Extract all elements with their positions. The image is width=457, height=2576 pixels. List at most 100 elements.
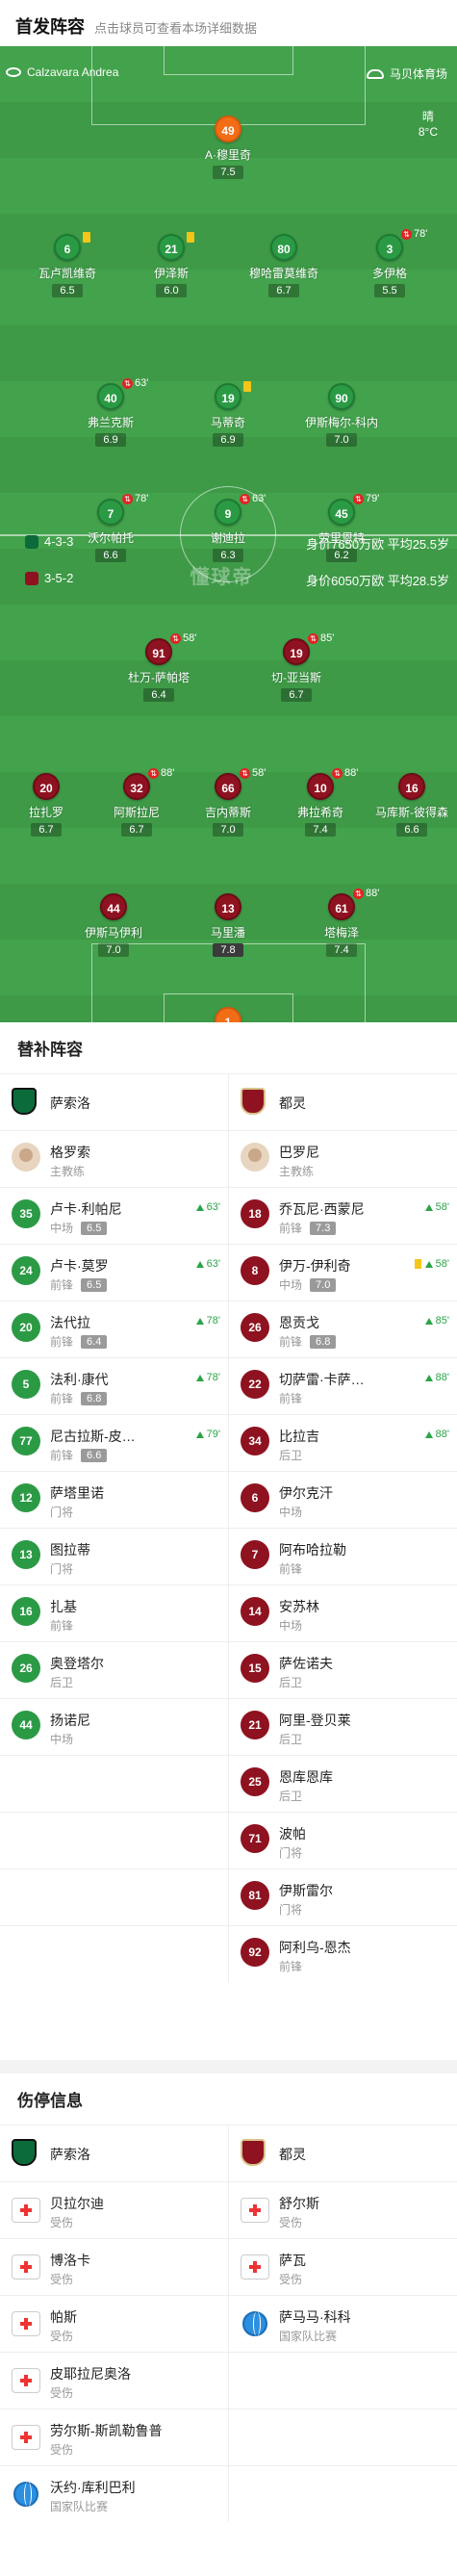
sub-minute: 79' [366,493,380,504]
player-17[interactable]: 16 马库斯-彼得森 6.6 [364,773,457,837]
home-injury-5[interactable]: 沃约·库利巴利 国家队比赛 [0,2466,228,2522]
away-injury-0[interactable]: 舒尔斯 受伤 [228,2182,457,2238]
player-name: 沃尔帕托 [87,531,134,545]
jersey-number: 21 [158,234,185,261]
away-sub-0[interactable]: 18 乔瓦尼·西蒙尼 前锋 7.3 58' [228,1188,457,1244]
sub-position-text: 门将 [279,1903,303,1917]
subs-home-team-name: 萨索洛 [50,1095,90,1111]
player-9[interactable]: 9 ⇅ 63' 谢迪拉 6.3 [180,493,276,563]
home-sub-11[interactable] [0,1813,228,1868]
player-1[interactable]: 6 瓦卢凯维奇 6.5 [19,232,115,298]
away-sub-8[interactable]: 15 萨佐诺夫 后卫 [228,1642,457,1698]
away-sub-3[interactable]: 22 切萨雷·卡萨… 前锋 88' [228,1358,457,1414]
sub-in-minute: 88' [435,1372,449,1383]
player-0[interactable]: 49 A·穆里奇 7.5 [180,116,276,180]
home-injury-1[interactable]: 博洛卡 受伤 [0,2239,228,2295]
player-rating: 7.4 [305,823,336,837]
home-sub-2[interactable]: 20 法代拉 前锋 6.4 78' [0,1301,228,1357]
sub-position: 前锋 6.8 [279,1333,337,1350]
home-sub-0[interactable]: 35 卢卡·利帕尼 中场 6.5 63' [0,1188,228,1244]
sub-position-text: 前锋 [50,1449,74,1462]
player-10[interactable]: 45 ⇅ 79' 劳里恩特 6.2 [293,493,390,563]
subs-home-team: 萨索洛 [0,1074,228,1130]
home-sub-1[interactable]: 24 卢卡·莫罗 前锋 6.5 63' [0,1245,228,1301]
stadium-icon [366,68,384,79]
player-4[interactable]: 3 ⇅ 78' 多伊格 5.5 [342,228,438,298]
jersey-number: 5 [12,1370,40,1399]
sub-position: 前锋 6.8 [50,1390,108,1406]
sub-name: 图拉蒂 [50,1542,90,1558]
away-injury-2[interactable]: 萨马马·科科 国家队比赛 [228,2296,457,2352]
home-sub-10[interactable] [0,1756,228,1812]
sub-position: 前锋 6.5 [50,1276,108,1293]
player-12[interactable]: 19 ⇅ 85' 切-亚当斯 6.7 [248,632,344,703]
sub-position-text: 后卫 [279,1790,303,1803]
sub-position-text: 中场 [279,1619,303,1633]
sub-in-time: 85' [424,1315,449,1327]
home-sub-13[interactable] [0,1926,228,1982]
away-sub-12[interactable]: 81 伊斯雷尔 门将 [228,1869,457,1925]
injury-reason: 受伤 [50,2386,74,2400]
home-sub-9[interactable]: 44 扬诺尼 中场 [0,1699,228,1755]
away-sub-11[interactable]: 71 波帕 门将 [228,1813,457,1868]
player-5[interactable]: 40 ⇅ 63' 弗兰克斯 6.9 [63,377,159,448]
medical-kit-icon [241,2198,269,2223]
player-20[interactable]: 61 ⇅ 88' 塔梅泽 7.4 [293,888,390,958]
away-sub-13[interactable]: 92 阿利乌-恩杰 前锋 [228,1926,457,1982]
injury-reason: 受伤 [50,2273,74,2286]
home-coach[interactable]: 格罗索 主教练 [0,1131,228,1187]
away-sub-9[interactable]: 21 阿里-登贝莱 后卫 [228,1699,457,1755]
sub-position: 前锋 [279,1958,302,1974]
home-sub-6[interactable]: 13 图拉蒂 门将 [0,1529,228,1584]
player-11[interactable]: 91 ⇅ 58' 杜万-萨帕塔 6.4 [111,632,207,703]
player-2[interactable]: 21 伊泽斯 6.0 [123,232,219,298]
away-sub-7[interactable]: 14 安苏林 中场 [228,1585,457,1641]
home-sub-3[interactable]: 5 法利·康代 前锋 6.8 78' [0,1358,228,1414]
player-rating: 7.0 [213,823,243,837]
home-injury-4[interactable]: 劳尔斯-斯凯勒鲁普 受伤 [0,2409,228,2465]
home-injury-0[interactable]: 贝拉尔迪 受伤 [0,2182,228,2238]
player-rating: 7.8 [213,943,243,957]
away-coach[interactable]: 巴罗尼 主教练 [228,1131,457,1187]
player-6[interactable]: 19 马蒂奇 6.9 [180,381,276,448]
substitution-icon: ⇅ [401,229,412,240]
player-18[interactable]: 44 伊斯马伊利 7.0 [65,893,162,958]
away-sub-4[interactable]: 34 比拉吉 后卫 88' [228,1415,457,1471]
home-sub-5[interactable]: 12 萨塔里诺 门将 [0,1472,228,1528]
home-sub-8[interactable]: 26 奥登塔尔 后卫 [0,1642,228,1698]
player-13[interactable]: 20 拉扎罗 6.7 [0,773,94,837]
home-sub-4[interactable]: 77 尼古拉斯-皮… 前锋 6.6 79' [0,1415,228,1471]
torino-crest-icon [241,1088,266,1115]
away-sub-6[interactable]: 7 阿布哈拉勒 前锋 [228,1529,457,1584]
sub-position: 中场 [50,1731,73,1747]
stadium-name: 马贝体育场 [389,67,447,81]
player-rating: 6.7 [268,284,299,297]
home-injury-3[interactable]: 皮耶拉尼奥洛 受伤 [0,2353,228,2409]
injury-home-team: 萨索洛 [0,2125,228,2181]
player-15[interactable]: 66 ⇅ 58' 吉内蒂斯 7.0 [180,767,276,837]
player-14[interactable]: 32 ⇅ 88' 阿斯拉尼 6.7 [89,767,185,837]
home-injury-2[interactable]: 帕斯 受伤 [0,2296,228,2352]
sub-rating: 6.5 [81,1221,108,1235]
player-19[interactable]: 13 马里潘 7.8 [180,893,276,958]
jersey-number: 9 [215,499,241,526]
away-sub-2[interactable]: 26 恩贡戈 前锋 6.8 85' [228,1301,457,1357]
jersey-number: 77 [12,1427,40,1455]
sassuolo-badge-icon [25,534,38,549]
player-7[interactable]: 90 伊斯梅尔-科内 7.0 [293,383,390,448]
away-sub-10[interactable]: 25 恩库恩库 后卫 [228,1756,457,1812]
player-16[interactable]: 10 ⇅ 88' 弗拉希奇 7.4 [272,767,368,837]
jersey-number: 7 [241,1540,269,1569]
sub-minute: 78' [135,493,149,504]
player-8[interactable]: 7 ⇅ 78' 沃尔帕托 6.6 [63,493,159,563]
away-sub-1[interactable]: 8 伊万-伊利奇 中场 7.0 58' [228,1245,457,1301]
away-injury-1[interactable]: 萨瓦 受伤 [228,2239,457,2295]
player-21[interactable]: 1帕斯亚里6.6 [180,1007,276,1022]
player-name: 拉扎罗 [28,806,63,819]
jersey-number: 26 [241,1313,269,1342]
player-3[interactable]: 80 穆哈雷莫维奇 6.7 [236,234,332,298]
home-sub-12[interactable] [0,1869,228,1925]
away-sub-5[interactable]: 6 伊尔克汗 中场 [228,1472,457,1528]
home-sub-7[interactable]: 16 扎基 前锋 [0,1585,228,1641]
injury-reason: 受伤 [279,2273,303,2286]
